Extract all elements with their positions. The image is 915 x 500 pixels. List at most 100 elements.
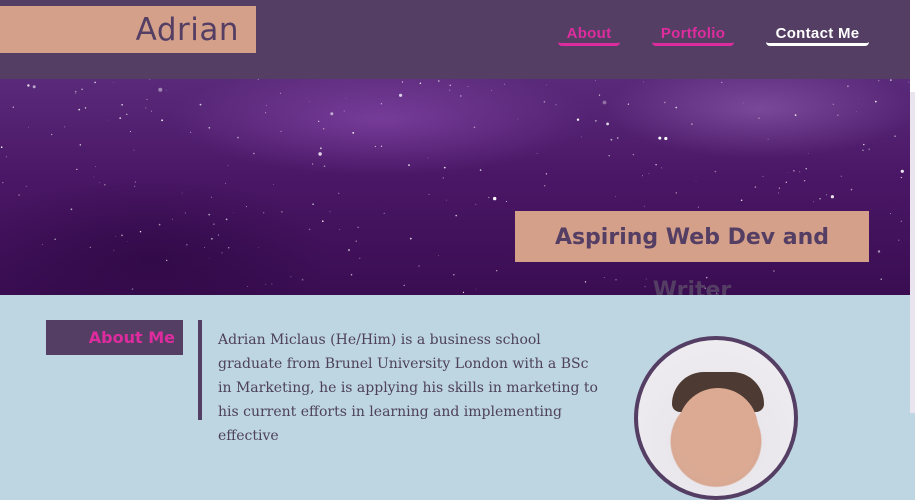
star [475, 203, 477, 205]
star [186, 244, 188, 246]
star [819, 197, 821, 200]
star [555, 104, 557, 106]
star [290, 276, 292, 278]
star [655, 164, 657, 166]
star [793, 170, 795, 172]
star [76, 168, 78, 170]
star [664, 101, 666, 104]
star [438, 80, 440, 82]
star [221, 252, 223, 254]
star [228, 247, 230, 249]
star [505, 201, 507, 202]
star [900, 220, 902, 222]
star [462, 291, 465, 293]
star [380, 145, 383, 147]
star [890, 213, 891, 214]
star [479, 169, 482, 171]
star [233, 212, 234, 214]
star [309, 101, 310, 102]
star [491, 90, 493, 91]
star [166, 259, 168, 262]
star [840, 175, 842, 177]
star [253, 152, 255, 155]
star [898, 239, 900, 241]
star [322, 127, 325, 130]
star [266, 105, 267, 107]
star [89, 246, 91, 248]
star [247, 286, 248, 287]
star [894, 135, 896, 137]
star [695, 181, 697, 182]
star [602, 100, 607, 105]
star [70, 208, 73, 211]
star [279, 92, 281, 94]
star [84, 107, 87, 109]
star [225, 182, 227, 184]
star [877, 250, 881, 253]
star [595, 120, 597, 122]
star [616, 137, 619, 139]
star [799, 171, 801, 173]
star [227, 165, 229, 167]
star [399, 93, 403, 97]
star [868, 148, 870, 150]
star [352, 132, 355, 134]
star [54, 238, 56, 240]
star [643, 205, 645, 207]
star [875, 100, 877, 103]
star [453, 274, 455, 276]
about-paragraph: Adrian Miclaus (He/Him) is a business sc… [218, 332, 598, 444]
nav-portfolio-link[interactable]: Portfolio [652, 24, 734, 46]
star [126, 113, 128, 115]
star [608, 155, 610, 157]
star [488, 196, 490, 199]
star [93, 176, 95, 178]
star [576, 118, 580, 121]
star [644, 286, 646, 288]
star [51, 133, 53, 136]
star [5, 156, 7, 158]
star [213, 223, 215, 225]
star [208, 213, 211, 216]
nav-about-link[interactable]: About [558, 24, 620, 46]
star [543, 101, 546, 103]
star [627, 103, 630, 105]
star [158, 223, 161, 226]
star [460, 95, 462, 97]
star [184, 212, 186, 214]
scrollbar-thumb[interactable] [910, 0, 915, 92]
star [691, 123, 693, 125]
star [661, 167, 663, 169]
nav-contact-link[interactable]: Contact Me [766, 24, 869, 46]
star [721, 81, 723, 83]
star [742, 102, 744, 104]
star [813, 201, 815, 203]
star [150, 110, 152, 112]
star [134, 181, 136, 183]
star [438, 255, 439, 256]
star [308, 228, 311, 231]
star [350, 273, 353, 276]
star [181, 192, 183, 194]
star [131, 288, 134, 290]
brand-title[interactable]: Adrian [0, 6, 256, 53]
star [165, 89, 167, 91]
star [880, 278, 882, 280]
star [25, 185, 27, 187]
star [830, 195, 835, 199]
star [0, 146, 3, 148]
star [648, 173, 650, 174]
star [408, 164, 410, 166]
star [32, 85, 36, 89]
star [449, 89, 451, 91]
site-header: Adrian About Portfolio Contact Me [0, 0, 910, 79]
star [785, 181, 787, 183]
star [301, 278, 304, 281]
star [41, 244, 43, 246]
scrollbar[interactable] [910, 0, 915, 413]
star [161, 119, 164, 122]
star [323, 165, 326, 167]
hero-banner: Aspiring Web Dev and Writer [0, 79, 910, 295]
star [595, 80, 596, 82]
star [443, 166, 446, 169]
